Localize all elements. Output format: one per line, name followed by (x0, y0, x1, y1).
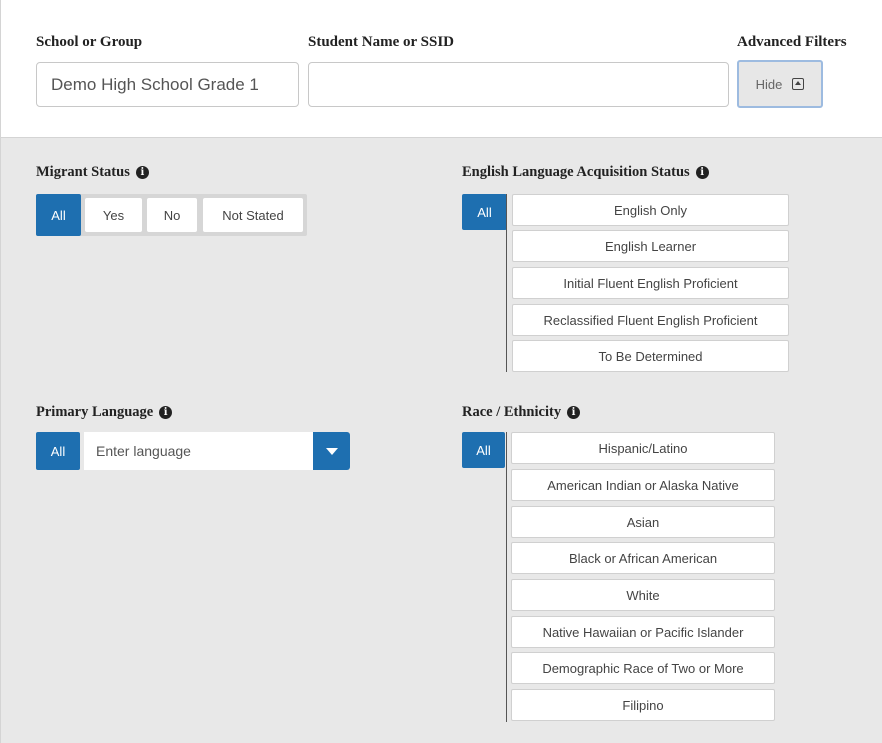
migrant-status-label: Migrant Status (36, 164, 130, 180)
advanced-filters-label: Advanced Filters (737, 34, 847, 50)
race-option[interactable]: Hispanic/Latino (511, 432, 775, 464)
primary-language-title: Primary Language i (36, 404, 173, 421)
collapse-icon (792, 78, 805, 90)
race-ethnicity-title: Race / Ethnicity i (462, 404, 581, 421)
race-option[interactable]: Demographic Race of Two or More (511, 652, 775, 684)
student-search-input[interactable] (308, 62, 729, 107)
race-option[interactable]: White (511, 579, 775, 611)
race-option[interactable]: Native Hawaiian or Pacific Islander (511, 616, 775, 648)
race-divider (506, 432, 507, 722)
ela-option[interactable]: English Learner (512, 230, 789, 262)
race-all-button[interactable]: All (462, 432, 505, 468)
ela-status-label: English Language Acquisition Status (462, 164, 690, 180)
ela-option[interactable]: Reclassified Fluent English Proficient (512, 304, 789, 336)
primary-language-label: Primary Language (36, 404, 154, 420)
race-option[interactable]: Asian (511, 506, 775, 538)
migrant-status-title: Migrant Status i (36, 164, 149, 181)
info-icon[interactable]: i (135, 166, 149, 179)
student-label: Student Name or SSID (308, 34, 454, 50)
language-dropdown-button[interactable] (313, 432, 350, 470)
migrant-all-button[interactable]: All (36, 194, 81, 236)
info-icon[interactable]: i (159, 406, 173, 419)
school-label: School or Group (36, 34, 143, 50)
caret-down-icon (325, 447, 338, 455)
advanced-filters-panel: Migrant Status i All Yes No Not Stated E… (0, 138, 882, 743)
ela-all-button[interactable]: All (462, 194, 507, 230)
info-icon[interactable]: i (567, 406, 581, 419)
ela-option[interactable]: Initial Fluent English Proficient (512, 267, 789, 299)
race-option[interactable]: Filipino (511, 689, 775, 721)
language-input[interactable]: Enter language (84, 432, 313, 470)
race-option[interactable]: Black or African American (511, 542, 775, 574)
ela-divider (506, 194, 507, 372)
filter-bar: School or Group Demo High School Grade 1… (0, 0, 882, 138)
info-icon[interactable]: i (695, 166, 709, 179)
migrant-yes-button[interactable]: Yes (85, 198, 142, 232)
migrant-no-button[interactable]: No (147, 198, 197, 232)
migrant-not-stated-button[interactable]: Not Stated (203, 198, 303, 232)
hide-button-label: Hide (755, 76, 783, 92)
ela-option[interactable]: To Be Determined (512, 340, 789, 372)
ela-status-title: English Language Acquisition Status i (462, 164, 709, 181)
race-ethnicity-label: Race / Ethnicity (462, 404, 562, 420)
race-option[interactable]: American Indian or Alaska Native (511, 469, 775, 501)
ela-option[interactable]: English Only (512, 194, 789, 226)
school-input[interactable]: Demo High School Grade 1 (36, 62, 299, 107)
hide-advanced-button[interactable]: Hide (737, 60, 823, 108)
language-all-button[interactable]: All (36, 432, 80, 470)
